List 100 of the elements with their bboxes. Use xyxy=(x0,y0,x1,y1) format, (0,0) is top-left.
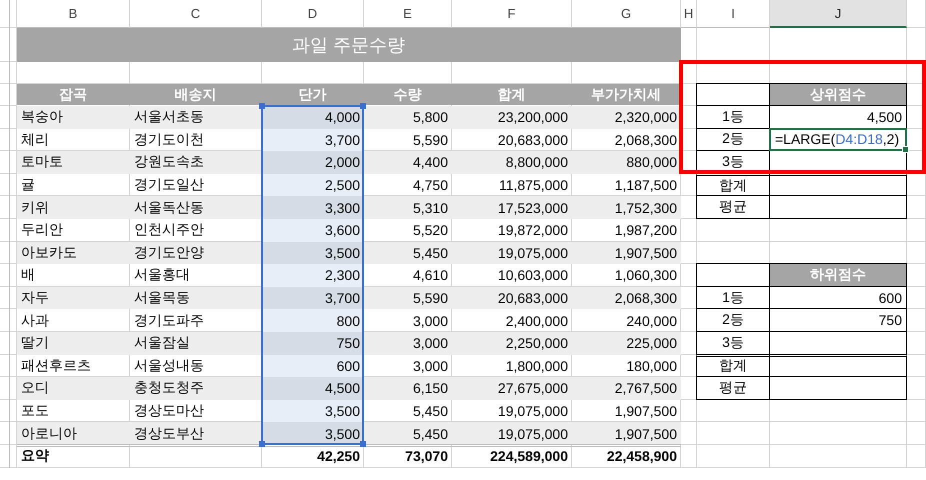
table-cell: 600 xyxy=(262,354,364,378)
column-heading: 잡곡 xyxy=(17,84,130,106)
rank-label: 평균 xyxy=(696,376,770,400)
table-cell: 강원도속초 xyxy=(130,151,262,174)
table-cell: 경상도부산 xyxy=(130,422,262,445)
table-cell: 5,590 xyxy=(364,286,452,310)
table-cell: 서울서초동 xyxy=(130,106,262,129)
table-cell: 2,320,000 xyxy=(572,106,681,129)
table-cell-text: 3,000 xyxy=(412,356,449,376)
table-cell-text: 20,683,000 xyxy=(496,130,569,150)
table-cell: 2,250,000 xyxy=(452,332,572,355)
table-cell-text: 패션후르츠 xyxy=(20,356,92,375)
table-cell: 17,523,000 xyxy=(452,196,572,219)
table-cell: 225,000 xyxy=(572,332,681,355)
table-cell-text: 5,520 xyxy=(412,221,449,240)
table-cell: 서울잠실 xyxy=(130,332,262,355)
table-cell-text: 경기도일산 xyxy=(133,175,205,194)
table-cell: 키위 xyxy=(17,196,130,219)
table-cell: 3,000 xyxy=(364,332,452,355)
column-heading: 단가 xyxy=(262,84,364,106)
table-cell: 5,800 xyxy=(364,106,452,129)
table-cell-text: 240,000 xyxy=(625,312,678,331)
formula-text: =LARGE(D4:D18,2) xyxy=(775,131,900,148)
table-cell: 충청도청주 xyxy=(130,377,262,400)
score-heading: 하위점수 xyxy=(769,263,907,287)
table-cell: 3,500 xyxy=(262,400,364,422)
rank-label: 평균 xyxy=(696,195,770,219)
table-cell-text: 1,800,000 xyxy=(504,356,569,376)
table-cell-text: 3,000 xyxy=(412,312,449,331)
table-cell: 2,000 xyxy=(262,151,364,174)
table-cell: 3,300 xyxy=(262,196,364,219)
table-cell-text: 180,000 xyxy=(625,356,678,376)
resize-handle[interactable] xyxy=(360,103,366,109)
table-cell: 27,675,000 xyxy=(452,377,572,400)
table-cell-text: 체리 xyxy=(20,130,50,149)
table-cell-text: 4,750 xyxy=(412,176,449,196)
table-cell: 800 xyxy=(262,309,364,332)
table-cell-text: 두리안 xyxy=(20,220,64,240)
table-cell-text: 5,590 xyxy=(412,130,449,150)
table-cell: 아보카도 xyxy=(17,242,130,264)
table-cell-text: 서울홍대 xyxy=(133,265,191,284)
table-cell: 19,075,000 xyxy=(452,242,572,264)
table-cell: 4,400 xyxy=(364,151,452,174)
table-cell-text: 서울성내동 xyxy=(133,356,205,375)
column-header[interactable]: J xyxy=(770,0,907,28)
summary-cell-text: 224,589,000 xyxy=(489,447,569,466)
table-cell: 2,767,500 xyxy=(572,377,681,400)
table-cell-text: 경상도마산 xyxy=(133,401,205,420)
table-cell: 2,300 xyxy=(262,264,364,287)
table-cell: 2,068,300 xyxy=(572,286,681,310)
table-cell: 서울목동 xyxy=(130,286,262,310)
table-cell: 서울독산동 xyxy=(130,196,262,219)
column-heading: 배송지 xyxy=(130,84,262,106)
table-cell: 3,500 xyxy=(262,242,364,264)
table-cell-text: 10,603,000 xyxy=(496,266,569,286)
table-cell: 복숭아 xyxy=(17,106,130,129)
rank-label: 합계 xyxy=(696,172,770,196)
table-cell-text: 경기도이천 xyxy=(133,130,205,149)
fill-handle[interactable] xyxy=(902,146,909,154)
table-cell: 3,700 xyxy=(262,128,364,152)
table-cell: 1,752,300 xyxy=(572,196,681,219)
table-cell: 8,800,000 xyxy=(452,151,572,174)
table-cell: 딸기 xyxy=(17,332,130,355)
table-cell: 23,200,000 xyxy=(452,106,572,129)
table-cell-text: 포도 xyxy=(20,401,50,420)
table-cell: 880,000 xyxy=(572,151,681,174)
table-cell: 19,075,000 xyxy=(452,422,572,445)
table-cell: 1,907,500 xyxy=(572,422,681,445)
table-cell: 자두 xyxy=(17,286,130,310)
table-cell: 3,700 xyxy=(262,286,364,310)
table-cell-text: 사과 xyxy=(20,310,50,330)
table-cell: 오디 xyxy=(17,377,130,400)
table-cell: 6,150 xyxy=(364,377,452,400)
table-cell-text: 2,068,300 xyxy=(614,130,678,150)
summary-cell-text: 73,070 xyxy=(404,447,449,466)
table-cell-text: 1,187,500 xyxy=(614,176,678,196)
score-heading: 상위점수 xyxy=(769,83,907,106)
table-cell-text: 11,875,000 xyxy=(498,176,569,196)
column-heading: 부가가치세 xyxy=(572,84,681,106)
table-cell-text: 인천시주안 xyxy=(133,220,205,240)
column-heading: 수량 xyxy=(364,84,452,106)
table-cell: 5,450 xyxy=(364,422,452,445)
table-cell-text: 1,987,200 xyxy=(614,221,678,240)
table-cell-text: 경기도파주 xyxy=(133,310,205,330)
table-cell: 750 xyxy=(262,332,364,355)
sheet-title: 과일 주문수량 xyxy=(17,28,681,62)
table-cell: 5,450 xyxy=(364,242,452,264)
table-cell: 경기도안양 xyxy=(130,242,262,264)
active-cell[interactable]: =LARGE(D4:D18,2) xyxy=(769,128,907,152)
table-cell-text: 1,907,500 xyxy=(614,402,678,422)
table-cell-text: 1,060,300 xyxy=(614,266,678,286)
table-cell-text: 배 xyxy=(20,265,36,284)
table-cell: 4,500 xyxy=(262,377,364,400)
summary-label: 요약 xyxy=(20,446,50,466)
column-heading: 합계 xyxy=(452,84,572,106)
summary-cell-text: 42,250 xyxy=(316,447,361,466)
table-cell-text: 5,450 xyxy=(412,402,449,422)
summary-cell-text: 22,458,900 xyxy=(606,447,678,466)
resize-handle[interactable] xyxy=(259,103,265,109)
table-cell: 20,683,000 xyxy=(452,286,572,310)
